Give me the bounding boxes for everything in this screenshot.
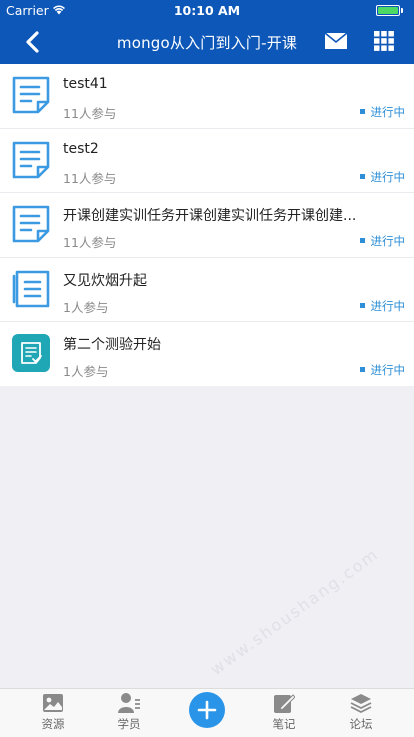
activity-list: test41 11人参与 进行中 test2 11人参与 进行中 开课创建实训任… [0, 64, 414, 386]
item-title: test2 [63, 140, 99, 157]
participant-count: 11人参与 [63, 170, 117, 186]
document-icon [11, 75, 51, 115]
status-label: 进行中 [370, 169, 406, 184]
edit-note-icon [273, 692, 296, 714]
status-badge: 进行中 [359, 233, 406, 249]
tab-resources[interactable]: 资源 [23, 689, 83, 737]
user-list-icon [118, 692, 140, 714]
tab-forum[interactable]: 论坛 [331, 689, 391, 737]
status-badge: 进行中 [359, 104, 406, 120]
tab-bar: 资源 学员 笔记 论坛 [0, 688, 414, 737]
battery-icon [376, 5, 403, 16]
status-badge: 进行中 [359, 298, 406, 314]
plus-icon [197, 700, 217, 720]
clock: 10:10 AM [173, 3, 241, 18]
participant-count: 11人参与 [63, 235, 117, 251]
list-item[interactable]: test41 11人参与 进行中 [0, 64, 414, 129]
mail-button[interactable] [324, 31, 348, 51]
add-button[interactable] [189, 692, 225, 728]
status-label: 进行中 [370, 234, 406, 249]
status-bar: Carrier 10:10 AM [0, 0, 414, 20]
grid-icon [374, 31, 394, 51]
app-header: Carrier 10:10 AM mongo从入门到入门-开课 [0, 0, 414, 64]
list-doc-icon [11, 269, 51, 309]
tab-students[interactable]: 学员 [99, 689, 159, 737]
list-item[interactable]: 开课创建实训任务开课创建实训任务开课创建... 11人参与 进行中 [0, 193, 414, 258]
document-icon [11, 140, 51, 180]
tab-label: 资源 [41, 717, 65, 731]
layers-icon [350, 692, 372, 714]
participant-count: 1人参与 [63, 299, 109, 315]
tab-label: 论坛 [349, 717, 373, 731]
item-title: 又见炊烟升起 [63, 272, 147, 289]
item-title: 第二个测验开始 [63, 337, 161, 354]
status-badge: 进行中 [359, 362, 406, 378]
grid-menu-button[interactable] [374, 30, 394, 52]
list-item[interactable]: test2 11人参与 进行中 [0, 129, 414, 194]
tab-notes[interactable]: 笔记 [254, 689, 314, 737]
mail-icon [324, 32, 348, 49]
tab-label: 学员 [117, 717, 141, 731]
participant-count: 1人参与 [63, 364, 109, 380]
tab-label: 笔记 [272, 717, 296, 731]
document-icon [11, 204, 51, 244]
status-badge: 进行中 [359, 169, 406, 185]
status-label: 进行中 [370, 298, 406, 313]
page-title: mongo从入门到入门-开课 [116, 34, 298, 52]
nav-bar: mongo从入门到入门-开课 [0, 20, 414, 64]
watermark: www.shoushang.com [206, 544, 383, 679]
status-label: 进行中 [370, 105, 406, 119]
image-icon [42, 692, 64, 714]
item-title: 开课创建实训任务开课创建实训任务开课创建... [63, 208, 357, 225]
item-title: test41 [63, 76, 108, 92]
status-label: 进行中 [370, 363, 406, 378]
quiz-icon [11, 333, 51, 373]
list-item[interactable]: 又见炊烟升起 1人参与 进行中 [0, 258, 414, 323]
participant-count: 11人参与 [63, 106, 117, 121]
list-item[interactable]: 第二个测验开始 1人参与 进行中 [0, 322, 414, 386]
